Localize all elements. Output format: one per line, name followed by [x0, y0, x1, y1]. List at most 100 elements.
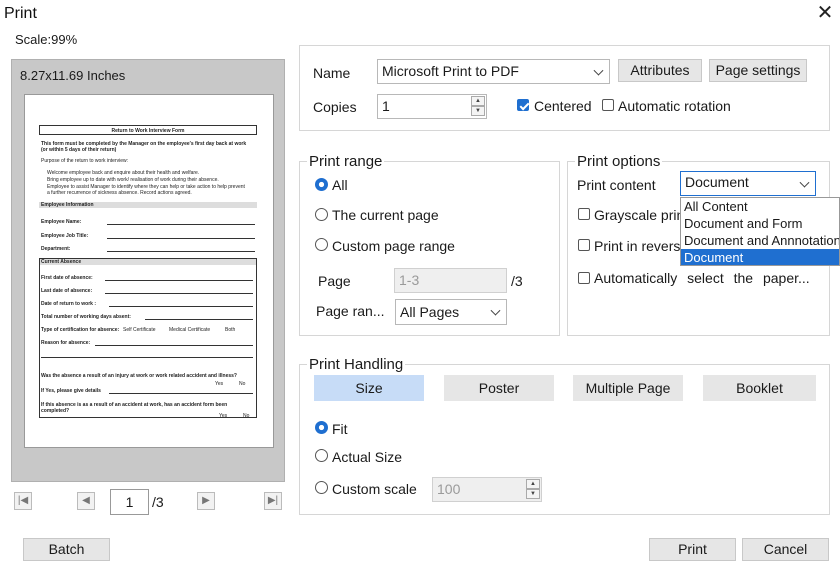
page-total-label: /3 [152, 494, 164, 510]
range-custom-label: Custom page range [332, 238, 455, 254]
size-fit-label: Fit [332, 421, 348, 437]
custom-scale-stepper[interactable]: 100 ▲ ▼ [432, 477, 542, 502]
doc-line [105, 280, 253, 281]
range-all-radio[interactable] [315, 178, 328, 191]
doc-cert-option: Self Certificate [123, 327, 156, 333]
page-number-input[interactable]: 1 [110, 489, 149, 515]
batch-button[interactable]: Batch [23, 538, 110, 561]
doc-line [95, 345, 253, 346]
doc-bullet: Bring employee up to date with work/ rea… [47, 177, 219, 183]
spin-up-icon[interactable]: ▲ [526, 479, 540, 489]
doc-intro: This form must be completed by the Manag… [41, 141, 247, 153]
reverse-order-label: Print in reverse order [594, 238, 680, 254]
doc-cert-option: Both [225, 327, 236, 333]
centered-checkbox[interactable] [517, 99, 529, 111]
dropdown-option[interactable]: Document and Annnotations [681, 232, 839, 249]
grayscale-checkbox[interactable] [578, 208, 590, 220]
doc-section-absence: Current Absence [41, 259, 82, 265]
doc-field: Department: [41, 246, 71, 252]
spin-down-icon[interactable]: ▼ [471, 106, 485, 116]
tab-size[interactable]: Size [314, 375, 424, 401]
range-all-label: All [332, 177, 348, 193]
prev-page-icon[interactable]: ◀ [77, 492, 95, 510]
doc-cert-option: Medical Certificate [169, 327, 211, 333]
scale-label: Scale:99% [15, 32, 78, 47]
range-custom-radio[interactable] [315, 238, 328, 251]
doc-field: Employee Job Title: [41, 233, 89, 239]
copies-label: Copies [313, 99, 357, 115]
range-current-radio[interactable] [315, 208, 328, 221]
doc-details-q: If Yes, please give details [41, 388, 101, 394]
doc-no: No [239, 381, 246, 387]
chevron-down-icon [799, 177, 810, 188]
size-fit-radio[interactable] [315, 421, 328, 434]
chevron-down-icon [593, 65, 604, 76]
doc-line [107, 238, 255, 239]
print-content-label: Print content [577, 177, 656, 193]
printer-name-select[interactable]: Microsoft Print to PDF [377, 59, 610, 84]
size-custom-label: Custom scale [332, 481, 417, 497]
doc-line [145, 319, 253, 320]
doc-field: First date of absence: [41, 275, 93, 281]
print-handling-title: Print Handling [307, 356, 406, 373]
last-page-icon[interactable]: ▶| [264, 492, 282, 510]
page-range-type-label: Page ran... [316, 303, 385, 319]
page-settings-button[interactable]: Page settings [709, 59, 807, 82]
doc-line [105, 293, 253, 294]
page-preview: Return to Work Interview Form This form … [24, 94, 274, 448]
doc-field: Total number of working days absent: [41, 314, 131, 320]
dropdown-option-selected[interactable]: Document [681, 249, 839, 265]
doc-heading: Return to Work Interview Form [111, 127, 185, 134]
copies-stepper[interactable]: 1 ▲ ▼ [377, 94, 487, 119]
print-content-select[interactable]: Document [680, 171, 816, 196]
spin-down-icon[interactable]: ▼ [526, 489, 540, 499]
tab-poster[interactable]: Poster [444, 375, 554, 401]
spin-up-icon[interactable]: ▲ [471, 96, 485, 106]
doc-field: Employee Name: [41, 219, 82, 225]
page-range-input[interactable]: 1-3 [394, 268, 507, 293]
doc-purpose: Purpose of the return to work interview: [41, 158, 128, 164]
print-range-title: Print range [307, 153, 385, 170]
doc-reason-label: Reason for absence: [41, 340, 91, 346]
next-page-icon[interactable]: ▶ [197, 492, 215, 510]
printer-name-value: Microsoft Print to PDF [382, 63, 519, 79]
size-custom-radio[interactable] [315, 481, 328, 494]
tab-multiple-page[interactable]: Multiple Page [573, 375, 683, 401]
doc-injury-q: Was the absence a result of an injury at… [41, 373, 237, 379]
doc-bullet: Welcome employee back and enquire about … [47, 170, 200, 176]
chevron-down-icon [490, 305, 501, 316]
doc-line [107, 251, 255, 252]
doc-no: No [243, 413, 250, 419]
page-range-total: /3 [511, 273, 523, 289]
size-actual-label: Actual Size [332, 449, 403, 465]
centered-label: Centered [534, 98, 592, 114]
auto-paper-label: Automatically select the paper... [594, 270, 810, 286]
cancel-button[interactable]: Cancel [742, 538, 829, 561]
grayscale-label: Grayscale printing [594, 207, 680, 223]
first-page-icon[interactable]: |◀ [14, 492, 32, 510]
dropdown-option[interactable]: All Content [681, 198, 839, 215]
print-options-title: Print options [575, 153, 663, 170]
attributes-button[interactable]: Attributes [618, 59, 702, 82]
doc-section-employee: Employee Information [41, 202, 94, 208]
dropdown-option[interactable]: Document and Form [681, 215, 839, 232]
doc-field: Date of return to work : [41, 301, 97, 307]
doc-field: Last date of absence: [41, 288, 93, 294]
custom-scale-value: 100 [437, 481, 461, 497]
doc-line [109, 306, 253, 307]
auto-rotation-checkbox[interactable] [602, 99, 614, 111]
reverse-order-checkbox[interactable] [578, 239, 590, 251]
auto-paper-checkbox[interactable] [578, 272, 590, 284]
size-actual-radio[interactable] [315, 449, 328, 462]
print-content-dropdown: All Content Document and Form Document a… [680, 197, 840, 266]
printer-name-label: Name [313, 65, 351, 81]
auto-rotation-label: Automatic rotation [618, 98, 731, 114]
doc-yes: Yes [219, 413, 228, 419]
tab-booklet[interactable]: Booklet [703, 375, 816, 401]
page-range-select-value: All Pages [400, 304, 460, 320]
print-button[interactable]: Print [649, 538, 736, 561]
page-range-select[interactable]: All Pages [395, 299, 507, 325]
print-content-value: Document [685, 174, 749, 190]
close-icon[interactable]: ✕ [812, 2, 838, 24]
doc-heading-box: Return to Work Interview Form [39, 125, 257, 135]
